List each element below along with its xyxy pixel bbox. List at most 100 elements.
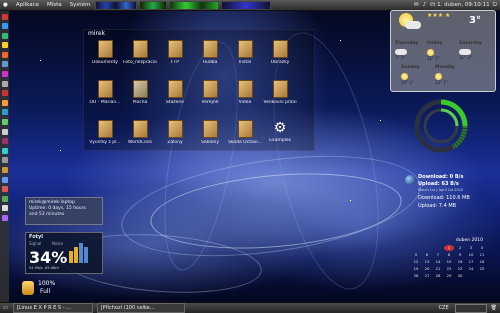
calendar-day[interactable] — [411, 245, 421, 251]
trash-icon[interactable]: 🗑 — [491, 305, 497, 311]
wifi-details: 54 Mb/s -85 dBm — [29, 266, 59, 270]
launcher-icon-1[interactable] — [1, 13, 8, 20]
desktop-item-folder[interactable]: Venkovní přání — [263, 80, 297, 105]
calendar-day[interactable]: 12 — [411, 259, 421, 265]
menu-places[interactable]: Místa — [43, 2, 66, 8]
desktop-item-folder[interactable]: Zálony — [158, 120, 192, 145]
desktop-item-label: Dokumenty — [92, 60, 118, 65]
launcher-icon-11[interactable] — [1, 109, 8, 116]
calendar-day[interactable]: 24 — [466, 266, 476, 272]
calendar-day[interactable]: 17 — [466, 259, 476, 265]
clock[interactable]: čt 1. duben, 09:10:11 — [430, 2, 489, 8]
calendar-day[interactable]: 4 — [477, 245, 487, 251]
desktop-item-folder[interactable]: Vyúčtky z pl... — [88, 120, 122, 145]
menu-applications[interactable]: Aplikace — [12, 2, 43, 8]
launcher-icon-19[interactable] — [1, 186, 8, 193]
calendar-day[interactable] — [477, 273, 487, 279]
desktop-item-folder[interactable]: Foto_nezpracov... — [123, 40, 157, 65]
calendar-day[interactable]: 26 — [411, 273, 421, 279]
calendar-day[interactable]: 29 — [444, 273, 454, 279]
calendar-day[interactable]: 5 — [411, 252, 421, 258]
launcher-icon-2[interactable] — [1, 23, 8, 30]
weather-widget[interactable]: ★★★ ★ 3° Thursday 7° 1° Friday 11° 1° Sa… — [390, 10, 496, 92]
desktop-item-folder[interactable]: FTP — [158, 40, 192, 65]
desktop-item-label: FTP — [171, 60, 179, 65]
left-launcher — [0, 11, 9, 302]
desktop-item-folder[interactable]: Šablony — [193, 120, 227, 145]
calendar-day[interactable]: 15 — [444, 259, 454, 265]
calendar-day[interactable]: 7 — [433, 252, 443, 258]
desktop-item-examples[interactable]: ⚙ Examples — [263, 120, 297, 143]
calendar-day[interactable]: 30 — [455, 273, 465, 279]
calendar-day[interactable]: 13 — [422, 259, 432, 265]
launcher-icon-6[interactable] — [1, 61, 8, 68]
folder-icon — [237, 40, 253, 58]
launcher-icon-17[interactable] — [1, 167, 8, 173]
calendar-day[interactable]: 27 — [422, 273, 432, 279]
desktop-item-folder[interactable]: Instal — [228, 40, 262, 65]
keyboard-layout[interactable]: CZE — [439, 305, 449, 311]
calendar-day[interactable]: 11 — [477, 252, 487, 258]
desktop-item-folder[interactable]: Hudba — [193, 40, 227, 65]
launcher-icon-7[interactable] — [1, 71, 8, 78]
calendar-day[interactable]: 6 — [422, 252, 432, 258]
desktop-item-folder[interactable]: Obrázky — [263, 40, 297, 65]
launcher-icon-20[interactable] — [1, 195, 8, 202]
launcher-icon-16[interactable] — [1, 157, 8, 164]
show-desktop-icon[interactable]: ▭ — [3, 305, 8, 311]
launcher-icon-10[interactable] — [1, 99, 8, 106]
calendar-day[interactable]: 14 — [433, 259, 443, 265]
calendar-day[interactable]: 2 — [455, 245, 465, 251]
desktop-item-folder[interactable]: WorldCons — [123, 120, 157, 145]
taskbar-item[interactable]: [Linux E X P R E S - ... — [12, 303, 93, 313]
desktop-item-folder[interactable]: Veřejné — [193, 80, 227, 105]
menu-system[interactable]: Systém — [66, 2, 95, 8]
desktop-item-folder[interactable]: Videa — [228, 80, 262, 105]
workspace-switcher[interactable] — [454, 303, 487, 313]
calendar-day[interactable]: 28 — [433, 273, 443, 279]
desktop-item-label: Instal — [238, 60, 252, 65]
calendar-widget: duben 2010 1 2 3 4 5 6 7 8 9 10 11 12 13 14 15 16 17 18 19… — [407, 238, 495, 302]
calendar-day[interactable]: 3 — [466, 245, 476, 251]
calendar-day[interactable] — [466, 273, 476, 279]
calendar-day[interactable]: 10 — [466, 252, 476, 258]
calendar-day[interactable]: 18 — [477, 259, 487, 265]
desktop-item-label: Šablony — [201, 140, 219, 145]
calendar-day[interactable]: 9 — [455, 252, 465, 258]
desktop-item-folder[interactable]: OÚ - Marián... — [88, 80, 122, 105]
desktop-item-folder[interactable]: Dokumenty — [88, 40, 122, 65]
power-icon[interactable]: ⏻ — [493, 2, 497, 9]
calendar-day[interactable]: 8 — [444, 252, 454, 258]
calendar-day[interactable]: 16 — [455, 259, 465, 265]
calendar-day[interactable]: 21 — [433, 266, 443, 272]
mail-icon[interactable]: ✉ — [414, 2, 419, 8]
launcher-icon-21[interactable] — [1, 205, 8, 212]
launcher-icon-4[interactable] — [1, 42, 8, 49]
launcher-icon-5[interactable] — [1, 51, 8, 58]
desktop-item-folder[interactable]: Stažené — [158, 80, 192, 105]
battery-widget: 100% Full — [22, 279, 82, 299]
launcher-icon-9[interactable] — [1, 90, 8, 97]
calendar-day[interactable] — [433, 245, 443, 251]
launcher-icon-15[interactable] — [1, 147, 8, 154]
launcher-icon-22[interactable] — [1, 214, 8, 221]
calendar-day[interactable]: 22 — [444, 266, 454, 272]
desktop-item-folder[interactable]: Plocha — [123, 80, 157, 105]
calendar-day[interactable] — [422, 245, 432, 251]
calendar-day[interactable]: 23 — [455, 266, 465, 272]
launcher-icon-3[interactable] — [1, 32, 8, 39]
launcher-icon-13[interactable] — [1, 128, 8, 135]
launcher-icon-14[interactable] — [1, 138, 8, 145]
desktop-item-folder[interactable]: Škoda Octavi... — [228, 120, 262, 145]
taskbar-item[interactable]: [Příchozí (100 celke... — [96, 303, 185, 313]
launcher-icon-18[interactable] — [1, 176, 8, 183]
calendar-day[interactable]: 1 — [444, 245, 454, 251]
launcher-icon-8[interactable] — [1, 80, 8, 87]
volume-icon[interactable]: ♪ — [423, 2, 427, 8]
calendar-day[interactable]: 19 — [411, 266, 421, 272]
folder-icon — [167, 40, 183, 58]
calendar-day[interactable]: 25 — [477, 266, 487, 272]
calendar-day[interactable]: 20 — [422, 266, 432, 272]
ubuntu-logo-icon[interactable]: ● — [0, 2, 12, 8]
launcher-icon-12[interactable] — [1, 119, 8, 126]
